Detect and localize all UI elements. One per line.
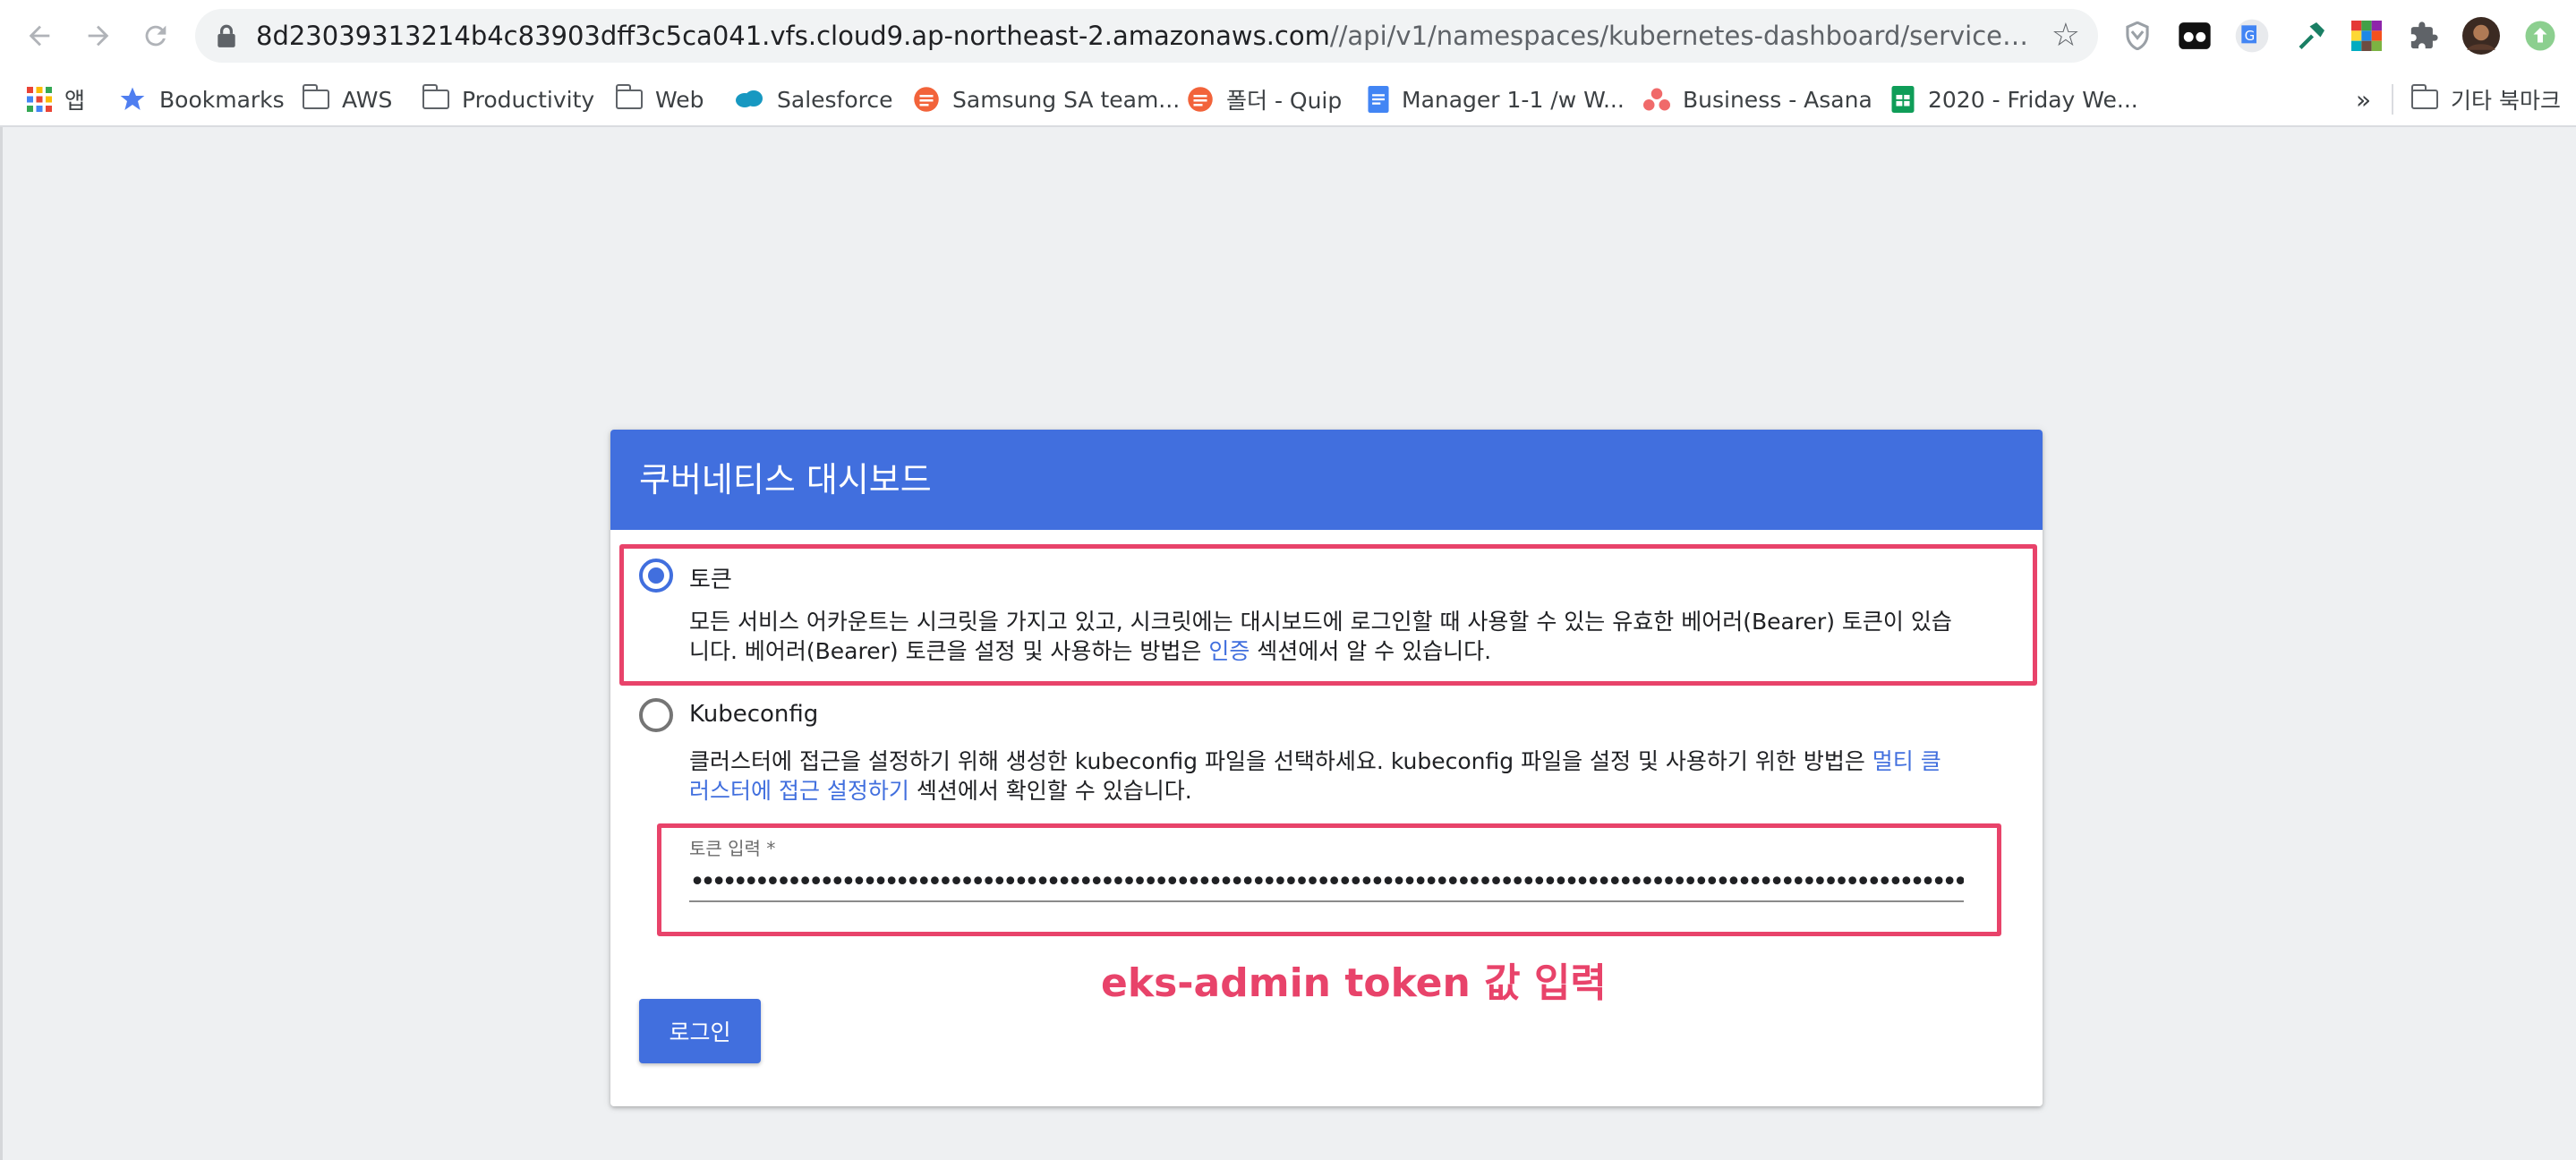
quip-icon <box>913 86 940 113</box>
token-option-highlight <box>619 544 2037 686</box>
page-title: 쿠버네티스 대시보드 <box>639 460 932 499</box>
forward-icon[interactable] <box>77 14 120 57</box>
translate-extension-icon[interactable]: G <box>2232 16 2272 55</box>
bookmark-salesforce[interactable]: Salesforce <box>734 73 893 125</box>
kubeconfig-radio[interactable] <box>639 698 673 732</box>
bookmark-label: 2020 - Friday We... <box>1928 86 2138 113</box>
folder-icon <box>302 84 329 109</box>
bookmarks-divider <box>2392 84 2393 115</box>
doc-icon <box>1368 86 1389 113</box>
bookmark-label: 기타 북마크 <box>2451 88 2561 114</box>
annotation-text: eks-admin token 값 입력 <box>1101 960 1607 1006</box>
svg-text:G: G <box>2245 28 2256 44</box>
window-edge <box>0 127 3 1160</box>
star-icon <box>118 85 147 114</box>
kubeconfig-option-label: Kubeconfig <box>689 701 819 728</box>
folder-icon <box>615 84 643 109</box>
salesforce-cloud-icon <box>734 89 764 110</box>
extensions-puzzle-icon[interactable] <box>2404 16 2444 55</box>
folder-icon <box>2410 84 2438 109</box>
bookmark-label: Samsung SA team... <box>952 86 1181 113</box>
url-text: 8d23039313214b4c83903dff3c5ca041.vfs.clo… <box>256 21 2037 51</box>
bookmark-bookmarks[interactable]: Bookmarks <box>118 73 285 125</box>
bookmark-label: 앱 <box>64 88 86 114</box>
sheets-icon <box>1890 86 1915 113</box>
bookmark-label: Web <box>655 86 704 113</box>
token-input-highlight <box>657 823 2001 936</box>
address-bar[interactable]: 8d23039313214b4c83903dff3c5ca041.vfs.clo… <box>195 9 2098 63</box>
reload-icon[interactable] <box>134 14 177 57</box>
profile-avatar[interactable] <box>2461 16 2501 55</box>
login-card: 쿠버네티스 대시보드 토큰 모든 서비스 어카운트는 시크릿을 가지고 있고, … <box>610 430 2043 1106</box>
bookmark-label: 폴더 - Quip <box>1226 88 1343 114</box>
kubeconfig-option-description: 클러스터에 접근을 설정하기 위해 생성한 kubeconfig 파일을 선택하… <box>689 746 1960 806</box>
bookmark-other[interactable]: 기타 북마크 <box>2410 73 2561 125</box>
bookmark-asana[interactable]: Business - Asana <box>1643 73 1872 125</box>
bookmark-label: Manager 1-1 /w W... <box>1402 86 1625 113</box>
back-icon[interactable] <box>18 14 61 57</box>
browser-toolbar: 8d23039313214b4c83903dff3c5ca041.vfs.clo… <box>0 0 2576 73</box>
bookmark-samsung-sa[interactable]: Samsung SA team... <box>913 73 1180 125</box>
hammer-extension-icon[interactable] <box>2291 16 2331 55</box>
bookmarks-bar: 앱 Bookmarks AWS Productivity Web Salesfo… <box>0 73 2576 127</box>
bookmark-manager-1-1[interactable]: Manager 1-1 /w W... <box>1368 73 1625 125</box>
bookmarks-overflow-button[interactable]: » <box>2356 73 2371 125</box>
asana-icon <box>1643 87 1670 112</box>
folder-icon <box>422 84 449 109</box>
apps-grid-icon <box>27 87 52 112</box>
card-header: 쿠버네티스 대시보드 <box>610 430 2043 530</box>
bookmark-label: Bookmarks <box>159 86 285 113</box>
lock-icon <box>218 24 235 47</box>
quip-icon <box>1187 86 1214 113</box>
bookmark-aws[interactable]: AWS <box>302 73 393 125</box>
kubeconfig-description-text-end: 섹션에서 확인할 수 있습니다. <box>908 778 1192 804</box>
bookmark-label: Productivity <box>462 86 595 113</box>
bookmark-label: Business - Asana <box>1683 86 1872 113</box>
bookmark-web[interactable]: Web <box>615 73 704 125</box>
shield-extension-icon[interactable] <box>2118 16 2157 55</box>
kubeconfig-description-text: 클러스터에 접근을 설정하기 위해 생성한 kubeconfig 파일을 선택하… <box>689 748 1872 774</box>
update-icon[interactable] <box>2521 16 2560 55</box>
bookmark-star-icon[interactable]: ☆ <box>2051 17 2080 54</box>
bookmark-apps[interactable]: 앱 <box>27 73 85 125</box>
bookmark-friday-weekly[interactable]: 2020 - Friday We... <box>1890 73 2138 125</box>
colorgrid-extension-icon[interactable] <box>2347 16 2386 55</box>
bookmark-productivity[interactable]: Productivity <box>422 73 594 125</box>
glasses-extension-icon[interactable] <box>2175 16 2214 55</box>
login-button[interactable]: 로그인 <box>639 999 761 1063</box>
bookmark-label: AWS <box>342 86 393 113</box>
bookmark-quip-folder[interactable]: 폴더 - Quip <box>1187 73 1342 125</box>
bookmark-label: Salesforce <box>777 86 893 113</box>
